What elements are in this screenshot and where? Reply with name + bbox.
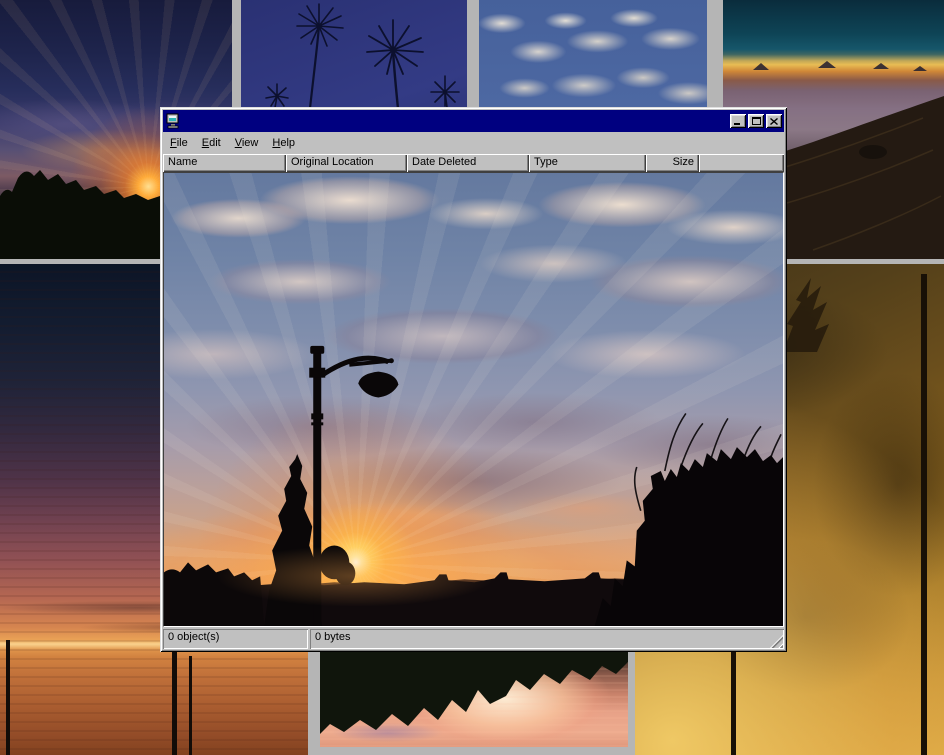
minimize-icon [734, 118, 742, 125]
menu-edit[interactable]: Edit [195, 135, 228, 151]
close-icon [770, 118, 778, 125]
column-header-name[interactable]: Name [163, 154, 286, 172]
sunset-photo-silhouettes [164, 173, 783, 626]
column-header-type[interactable]: Type [529, 154, 646, 172]
menu-help[interactable]: Help [265, 135, 302, 151]
close-button[interactable] [766, 114, 782, 128]
minimize-button[interactable] [730, 114, 746, 128]
column-header-filler [699, 154, 784, 172]
desktop: File Edit View Help Name Original Locati… [0, 0, 944, 755]
window-titlebar[interactable] [163, 110, 784, 132]
sunset-photo-background [164, 173, 783, 626]
computer-icon [165, 113, 181, 129]
column-headers: Name Original Location Date Deleted Type… [163, 154, 784, 172]
recycle-bin-window: File Edit View Help Name Original Locati… [160, 107, 787, 652]
column-header-original-location[interactable]: Original Location [286, 154, 407, 172]
file-list-area[interactable] [163, 172, 784, 627]
menu-bar: File Edit View Help [163, 132, 784, 154]
status-objects: 0 object(s) [163, 629, 308, 649]
menu-file[interactable]: File [163, 135, 195, 151]
menu-view[interactable]: View [228, 135, 266, 151]
column-header-date-deleted[interactable]: Date Deleted [407, 154, 529, 172]
status-bar: 0 object(s) 0 bytes [163, 627, 784, 649]
maximize-button[interactable] [748, 114, 764, 128]
column-header-size[interactable]: Size [646, 154, 699, 172]
maximize-icon [752, 117, 761, 125]
status-bytes: 0 bytes [310, 629, 784, 649]
window-controls [730, 114, 782, 128]
